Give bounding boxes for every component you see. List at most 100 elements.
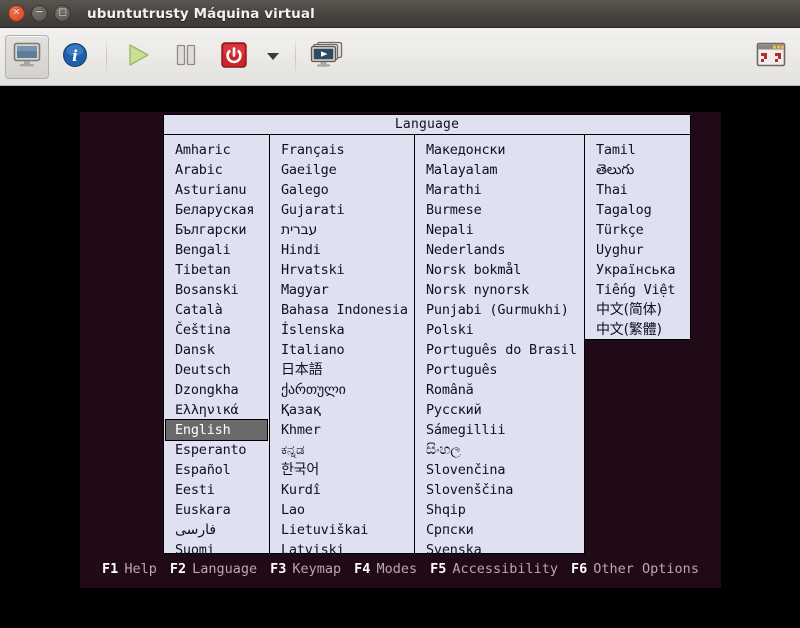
language-item[interactable]: Asturianu	[164, 180, 269, 200]
function-key-f2[interactable]: F2Language	[170, 561, 257, 577]
language-item[interactable]: Español	[164, 460, 269, 480]
language-item[interactable]: Euskara	[164, 500, 269, 520]
window-minimize-button[interactable]: −	[31, 5, 48, 22]
language-item[interactable]: Thai	[585, 180, 690, 200]
language-item[interactable]: Esperanto	[164, 440, 269, 460]
toolbar-fullscreen-button[interactable]	[749, 35, 793, 79]
language-item[interactable]: 中文(简体)	[585, 300, 690, 320]
language-item[interactable]: Tiếng Việt	[585, 280, 690, 300]
function-key-f5[interactable]: F5Accessibility	[430, 561, 558, 577]
toolbar-shutdown-dropdown[interactable]	[260, 35, 286, 79]
toolbar-shutdown-button[interactable]	[212, 35, 256, 79]
toolbar-pause-button[interactable]	[164, 35, 208, 79]
language-item[interactable]: Svenska	[415, 540, 584, 554]
language-item[interactable]: Bosanski	[164, 280, 269, 300]
language-column-1[interactable]: AmharicArabicAsturianuБеларускаяБългарск…	[163, 135, 270, 554]
language-item[interactable]: Gujarati	[270, 200, 414, 220]
language-column-2[interactable]: FrançaisGaeilgeGalegoGujaratiעבריתHindiH…	[270, 135, 415, 554]
function-key-f6[interactable]: F6Other Options	[571, 561, 699, 577]
language-item[interactable]: Ελληνικά	[164, 400, 269, 420]
language-item[interactable]: English	[166, 420, 267, 440]
language-item[interactable]: Norsk bokmål	[415, 260, 584, 280]
vm-console-area[interactable]: Language AmharicArabicAsturianuБеларуска…	[0, 87, 800, 628]
language-item[interactable]: 中文(繁體)	[585, 320, 690, 340]
language-item[interactable]: Íslenska	[270, 320, 414, 340]
language-item[interactable]: Čeština	[164, 320, 269, 340]
language-item[interactable]: Marathi	[415, 180, 584, 200]
language-item[interactable]: עברית	[270, 220, 414, 240]
language-item[interactable]: Khmer	[270, 420, 414, 440]
language-item[interactable]: 日本語	[270, 360, 414, 380]
language-item[interactable]: Galego	[270, 180, 414, 200]
language-item[interactable]: Latviski	[270, 540, 414, 554]
language-item[interactable]: Nepali	[415, 220, 584, 240]
language-item[interactable]: فارسی	[164, 520, 269, 540]
chevron-down-icon	[267, 53, 279, 60]
toolbar-run-button[interactable]	[116, 35, 160, 79]
language-item[interactable]: Tibetan	[164, 260, 269, 280]
language-item[interactable]: Português	[415, 360, 584, 380]
toolbar-info-button[interactable]: i	[53, 35, 97, 79]
language-item[interactable]: Burmese	[415, 200, 584, 220]
language-item[interactable]: Македонски	[415, 140, 584, 160]
language-item[interactable]: Dzongkha	[164, 380, 269, 400]
language-item[interactable]: Русский	[415, 400, 584, 420]
language-item[interactable]: Hrvatski	[270, 260, 414, 280]
language-item[interactable]: Arabic	[164, 160, 269, 180]
language-item[interactable]: Tagalog	[585, 200, 690, 220]
language-item[interactable]: Lietuviškai	[270, 520, 414, 540]
installer-screen[interactable]: Language AmharicArabicAsturianuБеларуска…	[80, 112, 721, 588]
virt-manager-window: ✕ − □ ubuntutrusty Máquina virtual	[0, 0, 800, 628]
language-item[interactable]: Қазақ	[270, 400, 414, 420]
language-item[interactable]: Български	[164, 220, 269, 240]
language-item[interactable]: Українська	[585, 260, 690, 280]
language-item[interactable]: Punjabi (Gurmukhi)	[415, 300, 584, 320]
language-item[interactable]: Беларуская	[164, 200, 269, 220]
toolbar-display-button[interactable]	[5, 35, 49, 79]
language-item[interactable]: Suomi	[164, 540, 269, 554]
language-item[interactable]: Gaeilge	[270, 160, 414, 180]
language-item[interactable]: Sámegillii	[415, 420, 584, 440]
language-item[interactable]: Tamil	[585, 140, 690, 160]
language-item[interactable]: Shqip	[415, 500, 584, 520]
language-item[interactable]: Slovenčina	[415, 460, 584, 480]
language-item[interactable]: Türkçe	[585, 220, 690, 240]
language-item[interactable]: සිංහල	[415, 440, 584, 460]
language-item[interactable]: ქართული	[270, 380, 414, 400]
language-item[interactable]: Slovenščina	[415, 480, 584, 500]
language-item[interactable]: Deutsch	[164, 360, 269, 380]
language-item[interactable]: Hindi	[270, 240, 414, 260]
language-item[interactable]: Eesti	[164, 480, 269, 500]
language-item[interactable]: Polski	[415, 320, 584, 340]
language-item[interactable]: Amharic	[164, 140, 269, 160]
language-item[interactable]: 한국어	[270, 460, 414, 480]
language-item[interactable]: Català	[164, 300, 269, 320]
language-item[interactable]: ಕನ್ನಡ	[270, 440, 414, 460]
language-column-3[interactable]: МакедонскиMalayalamMarathiBurmeseNepaliN…	[415, 135, 585, 554]
language-item[interactable]: Norsk nynorsk	[415, 280, 584, 300]
language-item[interactable]: Italiano	[270, 340, 414, 360]
language-item[interactable]: Lao	[270, 500, 414, 520]
language-item[interactable]: Malayalam	[415, 160, 584, 180]
language-item[interactable]: Српски	[415, 520, 584, 540]
toolbar-console-button[interactable]	[305, 35, 349, 79]
language-item[interactable]: Kurdî	[270, 480, 414, 500]
language-item[interactable]: Dansk	[164, 340, 269, 360]
language-item[interactable]: Magyar	[270, 280, 414, 300]
language-item[interactable]: Nederlands	[415, 240, 584, 260]
language-item[interactable]: Português do Brasil	[415, 340, 584, 360]
language-item[interactable]: Français	[270, 140, 414, 160]
window-close-button[interactable]: ✕	[8, 5, 25, 22]
language-item[interactable]: Bahasa Indonesia	[270, 300, 414, 320]
function-key-f1[interactable]: F1Help	[102, 561, 157, 577]
window-maximize-button[interactable]: □	[54, 5, 71, 22]
language-item[interactable]: Română	[415, 380, 584, 400]
language-column-4[interactable]: TamilతెలుగుThaiTagalogTürkçeUyghurУкраїн…	[585, 135, 691, 340]
function-key-f4[interactable]: F4Modes	[354, 561, 417, 577]
language-item[interactable]: Bengali	[164, 240, 269, 260]
language-item[interactable]: తెలుగు	[585, 160, 690, 180]
language-item[interactable]: Uyghur	[585, 240, 690, 260]
take-screenshot-icon	[310, 41, 344, 73]
function-key-f3[interactable]: F3Keymap	[270, 561, 341, 577]
language-dialog: Language AmharicArabicAsturianuБеларуска…	[163, 114, 691, 554]
